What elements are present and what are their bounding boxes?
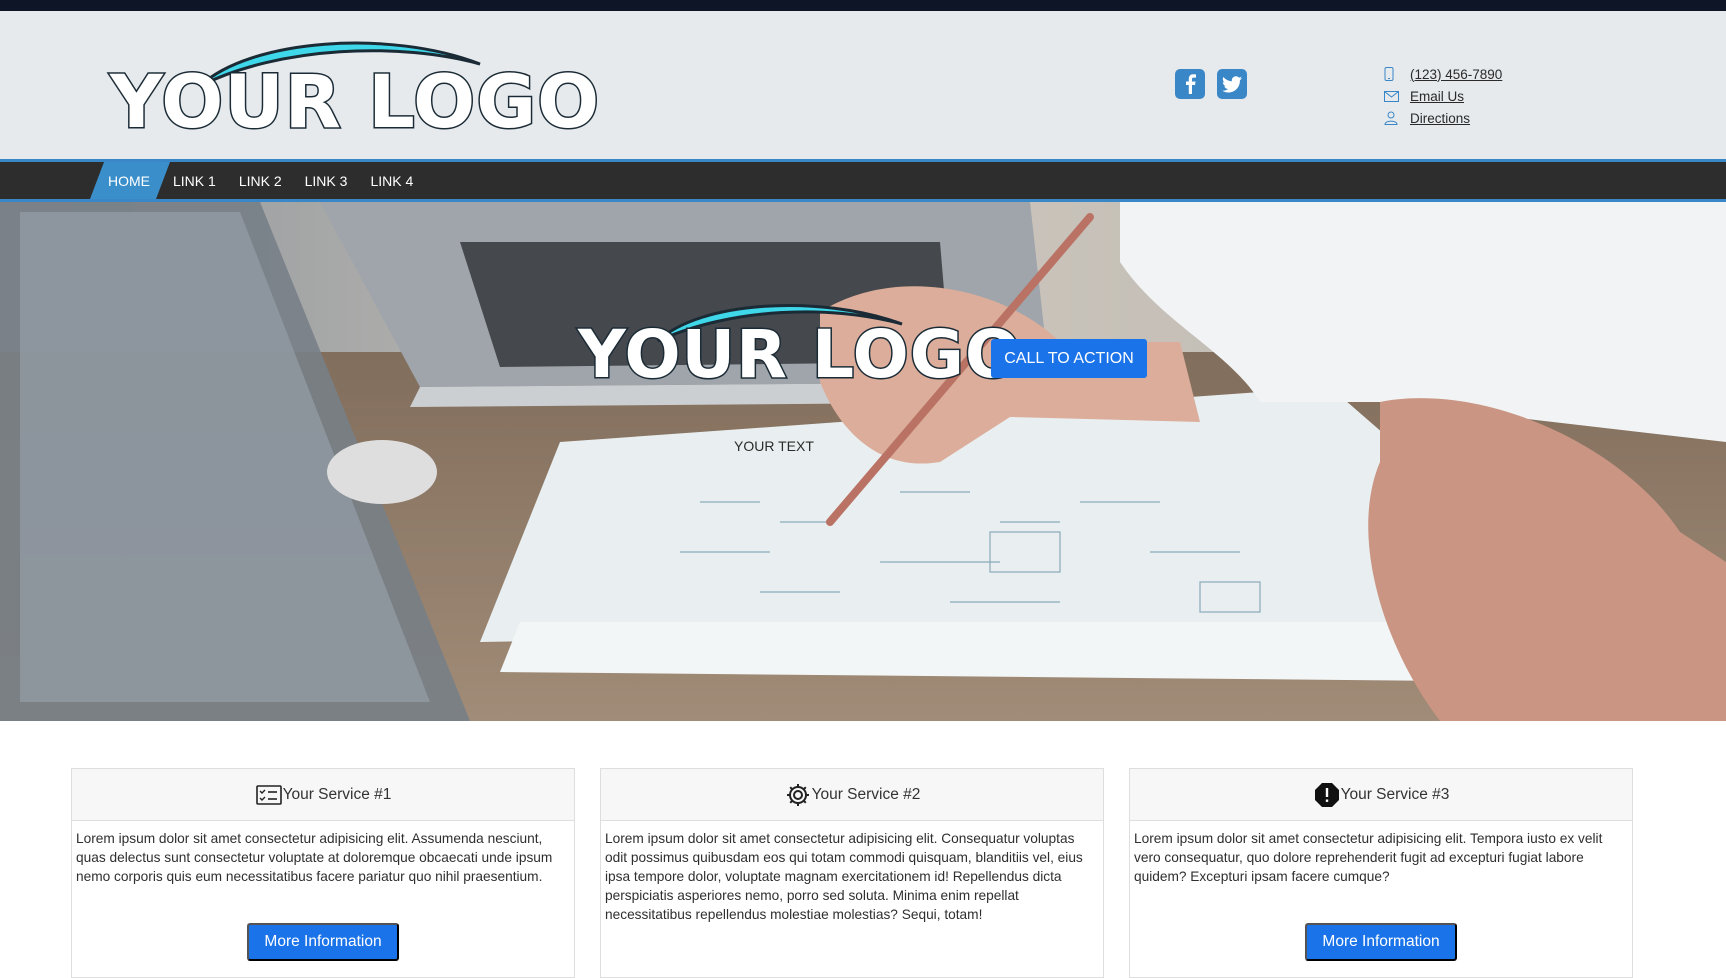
checklist-icon [255,782,283,808]
service-card-header: Your Service #3 [1130,769,1632,821]
social-links [1175,69,1247,99]
top-strip [0,0,1726,11]
nav-links: HOME LINK 1 LINK 2 LINK 3 LINK 4 [108,162,436,199]
contact-phone-row: (123) 456-7890 [1384,63,1502,85]
hero-logo: YOUR LOGO [576,298,1023,398]
service-description: Lorem ipsum dolor sit amet consectetur a… [76,831,553,884]
envelope-icon [1384,88,1406,104]
contact-directions-row: Directions [1384,107,1502,129]
nav-link-3[interactable]: LINK 3 [305,173,348,189]
directions-link[interactable]: Directions [1406,111,1470,126]
twitter-link[interactable] [1217,69,1247,99]
gear-icon [784,782,812,808]
header-logo[interactable]: YOUR LOGO [108,34,601,141]
services-section: Your Service #1 Lorem ipsum dolor sit am… [71,768,1633,978]
site-header: YOUR LOGO (123) 456-7890 Email Us Direct… [0,11,1726,159]
service-description: Lorem ipsum dolor sit amet consectetur a… [605,831,1083,922]
more-information-button[interactable]: More Information [1305,923,1457,961]
twitter-icon [1222,75,1242,92]
contact-email-row: Email Us [1384,85,1502,107]
hero-logo-text: YOUR LOGO [576,316,1023,393]
nav-link-2[interactable]: LINK 2 [239,173,282,189]
alert-octagon-icon [1313,782,1341,808]
nav-link-4[interactable]: LINK 4 [370,173,413,189]
more-information-button[interactable]: More Information [247,923,399,961]
service-card-3: Your Service #3 Lorem ipsum dolor sit am… [1129,768,1633,978]
service-title: Your Service #3 [1340,785,1450,803]
hero-background-photo [0,202,1726,721]
service-card-header: Your Service #1 [72,769,574,821]
nav-home[interactable]: HOME [108,173,150,189]
service-card-2: Your Service #2 Lorem ipsum dolor sit am… [600,768,1104,978]
hero-tagline: YOUR TEXT [734,438,814,454]
hero-banner: YOUR LOGO CALL TO ACTION YOUR TEXT [0,202,1726,721]
service-card-1: Your Service #1 Lorem ipsum dolor sit am… [71,768,575,978]
email-link[interactable]: Email Us [1406,89,1464,104]
service-title: Your Service #2 [811,785,921,803]
main-nav: HOME LINK 1 LINK 2 LINK 3 LINK 4 [0,159,1726,202]
service-card-header: Your Service #2 [601,769,1103,821]
facebook-link[interactable] [1175,69,1205,99]
phone-link[interactable]: (123) 456-7890 [1406,67,1502,82]
contact-info: (123) 456-7890 Email Us Directions [1384,63,1502,129]
logo-text: YOUR LOGO [108,60,601,145]
phone-icon [1384,66,1406,82]
service-description: Lorem ipsum dolor sit amet consectetur a… [1134,831,1603,884]
call-to-action-button[interactable]: CALL TO ACTION [991,339,1147,378]
facebook-icon [1186,74,1196,94]
person-icon [1384,110,1406,126]
nav-link-1[interactable]: LINK 1 [173,173,216,189]
service-title: Your Service #1 [282,785,392,803]
